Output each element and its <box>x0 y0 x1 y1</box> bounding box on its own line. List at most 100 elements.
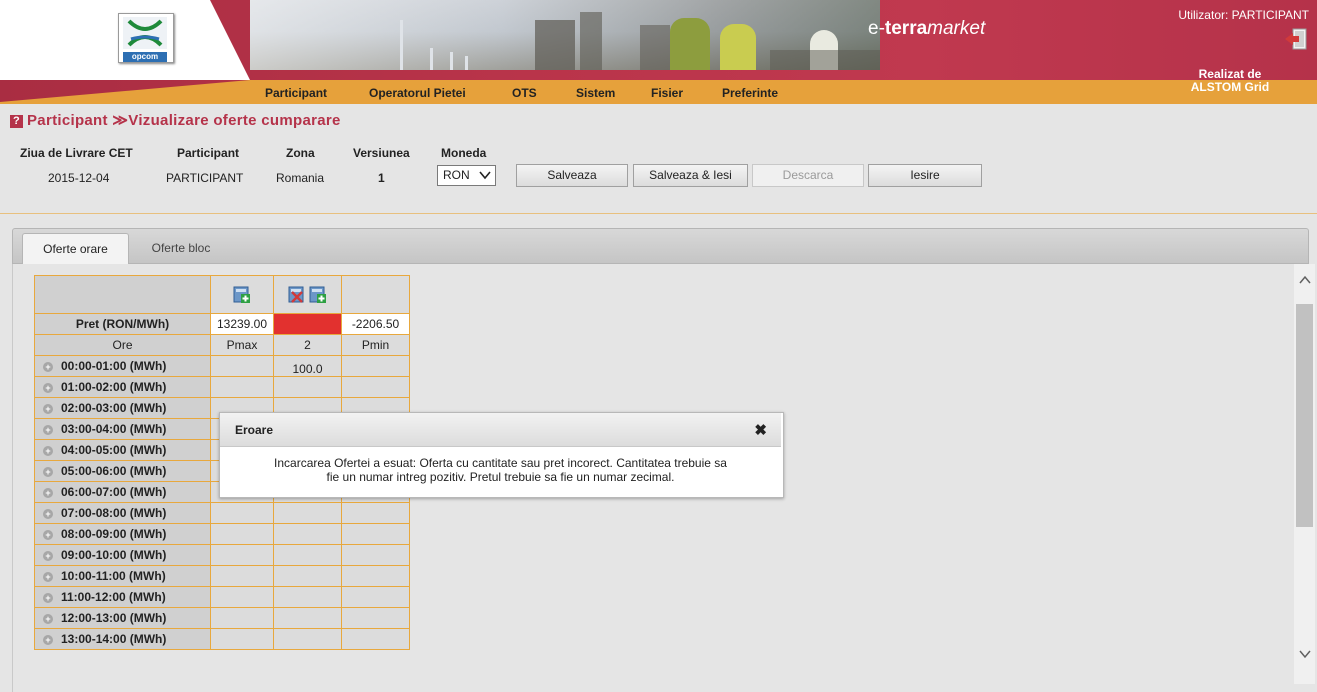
grid-toolbar-cell <box>273 275 342 314</box>
quantity-cell[interactable] <box>210 586 274 608</box>
expand-icon[interactable]: + <box>43 593 53 603</box>
hour-label: +03:00-04:00 (MWh) <box>34 418 211 440</box>
hour-label-text: 12:00-13:00 (MWh) <box>61 611 167 625</box>
logout-icon[interactable] <box>1284 27 1309 51</box>
hour-label: +01:00-02:00 (MWh) <box>34 376 211 398</box>
quantity-cell[interactable] <box>210 502 274 524</box>
menu-sistem[interactable]: Sistem <box>576 86 615 100</box>
quantity-cell[interactable] <box>273 376 342 398</box>
delete-column-icon[interactable] <box>288 286 306 304</box>
dialog-message-line1: Incarcarea Ofertei a esuat: Oferta cu ca… <box>274 456 727 470</box>
quantity-cell[interactable] <box>341 544 410 566</box>
expand-icon[interactable]: + <box>43 467 53 477</box>
quantity-cell[interactable] <box>341 523 410 545</box>
opcom-logo[interactable]: opcom <box>118 13 174 63</box>
quantity-cell[interactable] <box>210 523 274 545</box>
header-banner-photo <box>250 0 880 70</box>
quantity-cell[interactable] <box>341 607 410 629</box>
pret-cell[interactable]: -2206.50 <box>341 313 410 335</box>
menu-fisier[interactable]: Fisier <box>651 86 683 100</box>
scroll-up-icon[interactable] <box>1294 272 1315 288</box>
hour-label-text: 03:00-04:00 (MWh) <box>61 422 167 436</box>
menu-ots[interactable]: OTS <box>512 86 537 100</box>
ore-header-row: Ore Pmax 2 Pmin <box>34 334 410 356</box>
menu-operatorul-pietei[interactable]: Operatorul Pietei <box>369 86 466 100</box>
expand-icon[interactable]: + <box>43 614 53 624</box>
descarca-button[interactable]: Descarca <box>752 164 864 187</box>
hour-row: +00:00-01:00 (MWh) 100.0 <box>34 355 410 377</box>
quantity-cell[interactable] <box>273 544 342 566</box>
quantity-cell[interactable] <box>210 607 274 629</box>
hour-label: +11:00-12:00 (MWh) <box>34 586 211 608</box>
hour-label: +08:00-09:00 (MWh) <box>34 523 211 545</box>
quantity-cell[interactable] <box>341 376 410 398</box>
quantity-cell[interactable] <box>273 586 342 608</box>
pret-label: Pret (RON/MWh) <box>34 313 211 335</box>
expand-icon[interactable]: + <box>43 509 53 519</box>
expand-icon[interactable]: + <box>43 383 53 393</box>
expand-icon[interactable]: + <box>43 488 53 498</box>
quantity-cell[interactable] <box>341 502 410 524</box>
moneda-select[interactable]: RON <box>437 165 496 186</box>
hour-label-text: 00:00-01:00 (MWh) <box>61 359 167 373</box>
pret-cell-error[interactable] <box>273 313 342 335</box>
iesire-button[interactable]: Iesire <box>868 164 982 187</box>
label-versiunea: Versiunea <box>353 146 410 160</box>
quantity-cell[interactable] <box>341 355 410 377</box>
quantity-cell[interactable] <box>273 523 342 545</box>
salveaza-iesi-button[interactable]: Salveaza & Iesi <box>633 164 748 187</box>
realizat-de: Realizat de ALSTOM Grid <box>1170 68 1290 94</box>
salveaza-button[interactable]: Salveaza <box>516 164 628 187</box>
app-header: opcom e-terramarket Utilizator: PARTICIP… <box>0 0 1317 104</box>
add-column-icon[interactable] <box>309 286 327 304</box>
expand-icon[interactable]: + <box>43 530 53 540</box>
quantity-cell[interactable] <box>273 502 342 524</box>
quantity-cell[interactable] <box>210 565 274 587</box>
hour-label: +06:00-07:00 (MWh) <box>34 481 211 503</box>
menu-preferinte[interactable]: Preferinte <box>722 86 778 100</box>
opcom-logo-text: opcom <box>123 52 167 62</box>
expand-icon[interactable]: + <box>43 446 53 456</box>
hour-label-text: 11:00-12:00 (MWh) <box>61 590 166 604</box>
hour-row: +12:00-13:00 (MWh) <box>34 607 410 629</box>
help-icon[interactable]: ? <box>10 115 23 128</box>
grid-corner <box>34 275 211 314</box>
quantity-cell[interactable] <box>273 607 342 629</box>
hour-label-text: 04:00-05:00 (MWh) <box>61 443 167 457</box>
quantity-cell[interactable] <box>210 628 274 650</box>
quantity-cell[interactable] <box>210 544 274 566</box>
quantity-cell[interactable] <box>341 628 410 650</box>
expand-icon[interactable]: + <box>43 425 53 435</box>
expand-icon[interactable]: + <box>43 572 53 582</box>
close-icon[interactable]: ✖ <box>754 421 767 439</box>
grid-toolbar-cell <box>210 275 274 314</box>
quantity-cell[interactable] <box>210 376 274 398</box>
quantity-cell[interactable]: 100.0 <box>273 355 342 377</box>
scroll-down-icon[interactable] <box>1294 646 1315 662</box>
tab-oferte-bloc[interactable]: Oferte bloc <box>132 233 230 264</box>
scrollbar-thumb[interactable] <box>1296 304 1313 527</box>
hour-row: +11:00-12:00 (MWh) <box>34 586 410 608</box>
hour-label: +09:00-10:00 (MWh) <box>34 544 211 566</box>
quantity-cell[interactable] <box>341 565 410 587</box>
quantity-cell[interactable] <box>210 355 274 377</box>
vertical-scrollbar[interactable] <box>1294 264 1315 684</box>
expand-icon[interactable]: + <box>43 362 53 372</box>
dialog-message-line2: fie un numar intreg pozitiv. Pretul treb… <box>326 470 675 484</box>
pret-cell[interactable]: 13239.00 <box>210 313 274 335</box>
quantity-cell[interactable] <box>273 565 342 587</box>
hour-label: +10:00-11:00 (MWh) <box>34 565 211 587</box>
pret-row: Pret (RON/MWh) 13239.00 -2206.50 <box>34 313 410 335</box>
quantity-cell[interactable] <box>273 628 342 650</box>
quantity-cell[interactable] <box>341 586 410 608</box>
add-column-icon[interactable] <box>233 286 251 304</box>
expand-icon[interactable]: + <box>43 551 53 561</box>
brand-rest: market <box>927 18 986 39</box>
tab-oferte-orare[interactable]: Oferte orare <box>22 233 129 264</box>
expand-icon[interactable]: + <box>43 404 53 414</box>
menu-participant[interactable]: Participant <box>265 86 327 100</box>
hour-label: +12:00-13:00 (MWh) <box>34 607 211 629</box>
hour-row: +09:00-10:00 (MWh) <box>34 544 410 566</box>
expand-icon[interactable]: + <box>43 635 53 645</box>
opcom-logo-mark <box>123 17 167 49</box>
